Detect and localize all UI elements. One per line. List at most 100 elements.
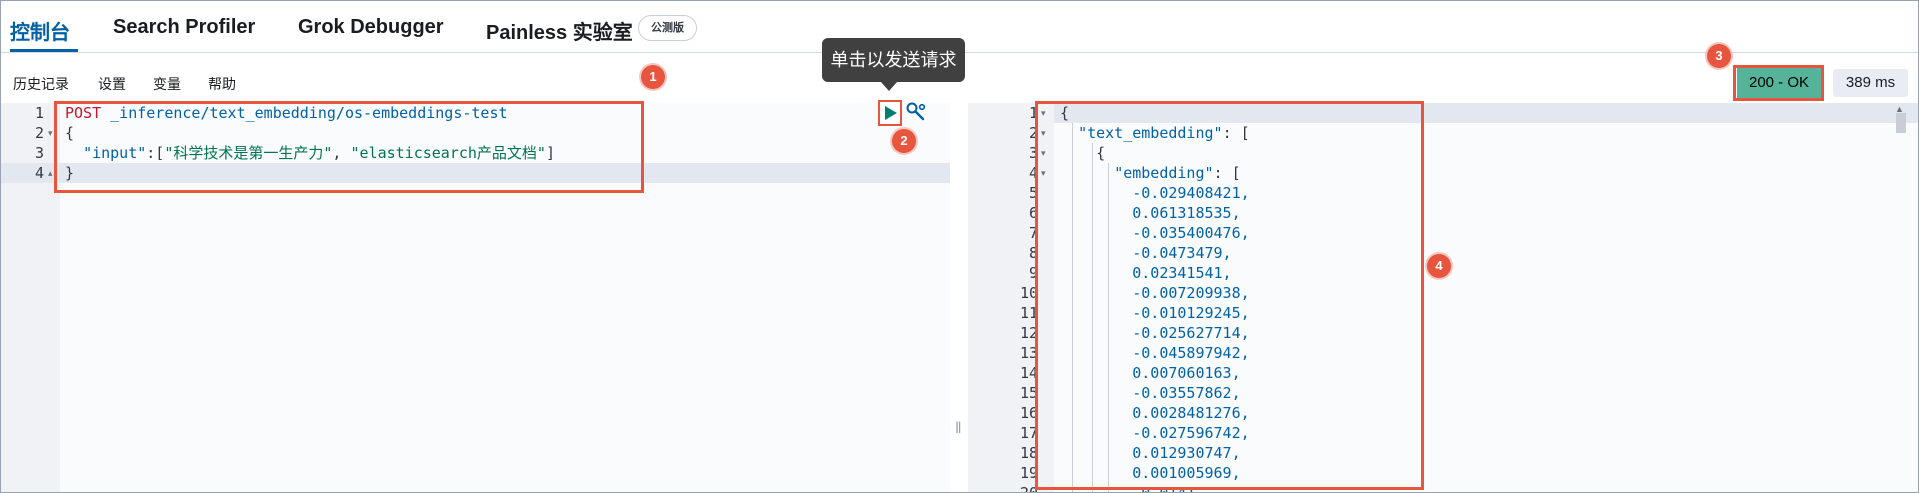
embedding-value: 0.012930747, bbox=[1060, 443, 1241, 463]
embedding-value: -0.027596742, bbox=[1060, 423, 1250, 443]
embedding-number: 0.012930747, bbox=[1132, 444, 1241, 462]
embedding-number: 0.007060163, bbox=[1132, 364, 1241, 382]
line-number: 13 bbox=[1019, 344, 1038, 362]
input-value-1: "科学技术是第一生产力" bbox=[164, 144, 333, 162]
line-number: 4 bbox=[1028, 164, 1038, 182]
embedding-value: 0.0028481276, bbox=[1060, 403, 1250, 423]
response-line: { bbox=[1060, 103, 1069, 123]
line-number: 3 bbox=[1028, 144, 1038, 162]
line-number: 5 bbox=[1028, 184, 1038, 202]
fold-arrow-icon[interactable]: ▾ bbox=[1041, 163, 1046, 183]
tooltip-arrow bbox=[881, 82, 897, 91]
input-key: "input" bbox=[83, 144, 147, 162]
comma: , bbox=[332, 144, 351, 162]
line-number: 9 bbox=[1028, 264, 1038, 282]
embedding-number: 0.061318535, bbox=[1132, 204, 1241, 222]
request-editor[interactable]: 1 2 ▾ 3 4 ▴ POST _inference/text_embeddi… bbox=[0, 103, 950, 493]
embedding-number: -0.0473479, bbox=[1132, 244, 1232, 262]
embedding-number: -0.027596742, bbox=[1132, 424, 1250, 442]
line-number: 1 bbox=[34, 104, 44, 122]
request-line-3: "input":["科学技术是第一生产力", "elasticsearch产品文… bbox=[65, 143, 555, 163]
response-viewer[interactable]: 1 2 3 4 5 6 7 8 9 10 11 12 13 14 15 16 1… bbox=[968, 103, 1919, 493]
embedding-number: -0.007209938, bbox=[1132, 284, 1250, 302]
line-number: 12 bbox=[1019, 324, 1038, 342]
line-number: 3 bbox=[34, 144, 44, 162]
active-tab-indicator bbox=[10, 49, 78, 52]
fold-arrow-icon[interactable]: ▴ bbox=[48, 163, 53, 183]
active-line-highlight bbox=[1054, 103, 1919, 123]
embedding-number: 0.02341541, bbox=[1132, 264, 1232, 282]
tab-grok-debugger[interactable]: Grok Debugger bbox=[298, 16, 444, 39]
embedding-value: -0.025627714, bbox=[1060, 323, 1250, 343]
line-number: 15 bbox=[1019, 384, 1038, 402]
request-line-4: } bbox=[65, 163, 74, 183]
text-embedding-key: "text_embedding" bbox=[1078, 124, 1223, 142]
open-brace: { bbox=[1060, 104, 1070, 122]
embedding-value: 0.007060163, bbox=[1060, 363, 1241, 383]
beta-badge: 公测版 bbox=[638, 15, 697, 41]
line-number: 10 bbox=[1019, 284, 1038, 302]
embedding-key: "embedding" bbox=[1114, 164, 1214, 182]
embedding-value: 0.061318535, bbox=[1060, 203, 1241, 223]
http-method: POST bbox=[65, 104, 102, 122]
embedding-number: -0.0141... bbox=[1132, 484, 1223, 493]
input-value-2: "elasticsearch产品文档" bbox=[350, 144, 546, 162]
fold-arrow-icon[interactable]: ▾ bbox=[1041, 143, 1046, 163]
inner-brace: { bbox=[1096, 144, 1106, 162]
embedding-value: -0.029408421, bbox=[1060, 183, 1249, 203]
line-number: 6 bbox=[1028, 204, 1038, 222]
embedding-number: 0.001005969, bbox=[1132, 464, 1241, 482]
embedding-value: -0.045897942, bbox=[1060, 343, 1249, 363]
tab-painless-lab[interactable]: Painless 实验室 bbox=[486, 16, 633, 45]
subnav-variables[interactable]: 变量 bbox=[153, 74, 181, 94]
subnav-history[interactable]: 历史记录 bbox=[13, 74, 69, 94]
response-line: "embedding": [ bbox=[1060, 163, 1241, 183]
annotation-badge-3: 3 bbox=[1707, 44, 1731, 68]
line-number: 2 bbox=[34, 124, 44, 142]
close-bracket: ] bbox=[545, 144, 555, 162]
annotation-badge-1: 1 bbox=[641, 65, 665, 89]
play-icon bbox=[885, 106, 897, 120]
annotation-badge-4: 4 bbox=[1427, 254, 1451, 278]
line-number: 16 bbox=[1019, 404, 1038, 422]
line-number: 2 bbox=[1028, 124, 1038, 142]
embedding-number: -0.025627714, bbox=[1132, 324, 1250, 342]
request-url: _inference/text_embedding/os-embeddings-… bbox=[110, 104, 508, 122]
line-number: 7 bbox=[1028, 224, 1038, 242]
embedding-number: -0.03557862, bbox=[1132, 384, 1241, 402]
input-separator: :[ bbox=[146, 144, 165, 162]
embedding-value: -0.035400476, bbox=[1060, 223, 1250, 243]
line-number: 14 bbox=[1019, 364, 1038, 382]
response-line: { bbox=[1060, 143, 1105, 163]
colon-bracket: : [ bbox=[1213, 164, 1241, 182]
embedding-number: -0.035400476, bbox=[1132, 224, 1250, 242]
response-line: "text_embedding": [ bbox=[1060, 123, 1250, 143]
tab-console[interactable]: 控制台 bbox=[10, 16, 70, 45]
fold-arrow-icon[interactable]: ▾ bbox=[1041, 123, 1046, 143]
embedding-value: 0.02341541, bbox=[1060, 263, 1232, 283]
response-scrollbar[interactable] bbox=[1896, 113, 1906, 133]
embedding-value: -0.007209938, bbox=[1060, 283, 1250, 303]
wrench-icon[interactable] bbox=[905, 101, 927, 123]
embedding-number: -0.010129245, bbox=[1132, 304, 1250, 322]
embedding-number: 0.0028481276, bbox=[1132, 404, 1250, 422]
fold-arrow-icon[interactable]: ▾ bbox=[1041, 103, 1046, 123]
open-brace: { bbox=[65, 124, 75, 142]
line-number: 1 bbox=[1028, 104, 1038, 122]
line-number: 18 bbox=[1019, 444, 1038, 462]
line-number: 11 bbox=[1019, 304, 1038, 322]
tab-search-profiler[interactable]: Search Profiler bbox=[113, 16, 255, 39]
subnav-help[interactable]: 帮助 bbox=[208, 74, 236, 94]
embedding-value: -0.0473479, bbox=[1060, 243, 1232, 263]
embedding-value: -0.010129245, bbox=[1060, 303, 1250, 323]
line-number: 4 bbox=[34, 164, 44, 182]
request-time-badge: 389 ms bbox=[1833, 69, 1908, 97]
resize-handle-icon[interactable]: ‖ bbox=[955, 420, 962, 438]
subnav-settings[interactable]: 设置 bbox=[98, 74, 126, 94]
line-number: 20 bbox=[1019, 484, 1038, 493]
line-number: 19 bbox=[1019, 464, 1038, 482]
send-request-button[interactable] bbox=[878, 100, 902, 126]
send-request-tooltip: 单击以发送请求 bbox=[822, 38, 965, 82]
fold-arrow-icon[interactable]: ▾ bbox=[48, 123, 53, 143]
active-line-highlight bbox=[0, 163, 950, 183]
